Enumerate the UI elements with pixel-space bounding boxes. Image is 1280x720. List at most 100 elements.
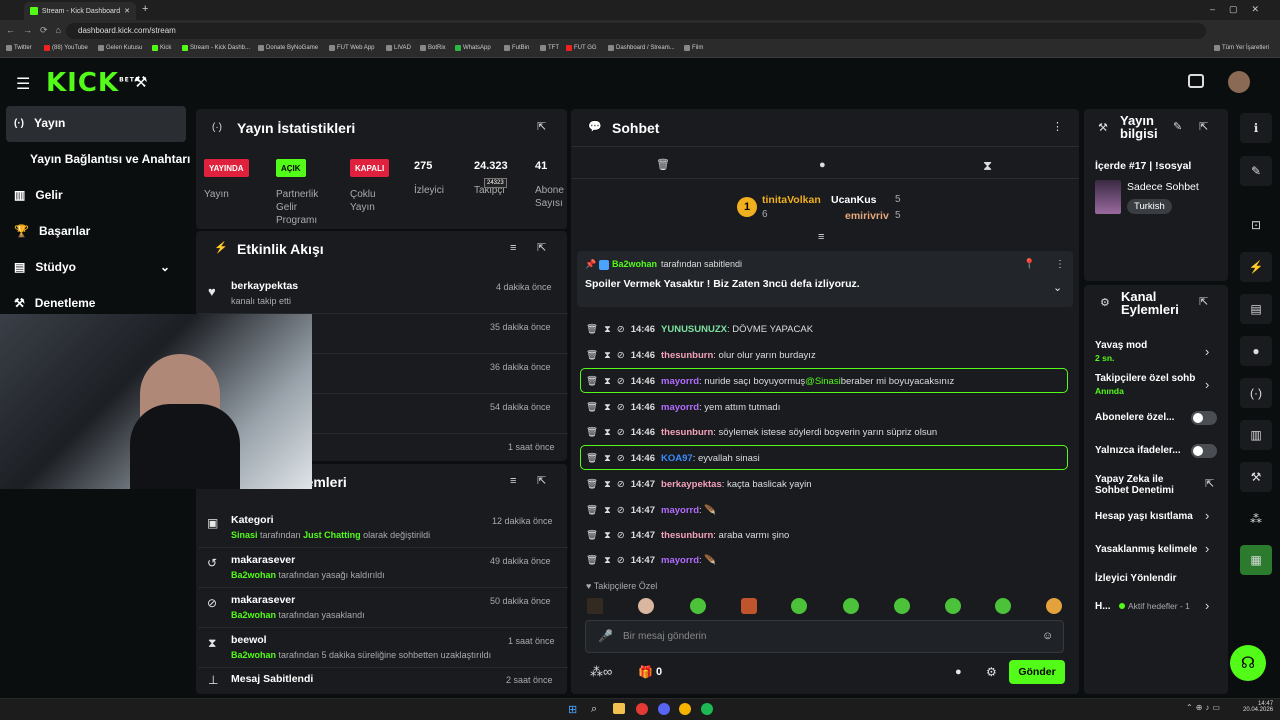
more-icon[interactable]: ⋮ [1055,259,1065,270]
external-link-icon[interactable]: ⇱ [1205,479,1214,490]
popout-icon[interactable]: ⇱ [1199,122,1208,133]
chat-message[interactable]: 🗑 ⧗ ⊘ 14:47 mayorrd: 🪶 [586,548,716,572]
broadcast-icon[interactable]: (·) [1240,378,1272,408]
chat-message-highlighted[interactable]: 🗑 ⧗ ⊘ 14:46 KOA97: eyvallah sinasi [586,446,760,470]
lightning-icon[interactable]: ⚡ [1240,252,1272,282]
discord-icon[interactable] [658,703,670,715]
emote-icon[interactable] [638,598,654,614]
bookmark-item[interactable]: (88) YouTube [44,45,88,51]
popout-icon[interactable]: ⇱ [1199,297,1208,308]
document-icon[interactable]: ▤ [1240,294,1272,324]
points-icon[interactable]: ⁂ [1240,504,1272,534]
bookmark-item[interactable]: FutBin [504,45,529,51]
app-icon[interactable] [636,703,648,715]
chevron-down-icon[interactable]: ⌄ [1053,281,1062,294]
bookmark-item[interactable]: LIVAD [386,45,411,51]
tray-icons[interactable]: ⌃⊕♪▭ [1186,703,1223,712]
emote-icon[interactable] [945,598,961,614]
clip-icon[interactable]: ▦ [1240,545,1272,575]
spotify-icon[interactable] [701,703,713,715]
popout-icon[interactable]: ⇱ [537,122,546,133]
bookmark-item[interactable]: Stream - Kick Dashb... [182,45,250,51]
unpin-icon[interactable]: 📍 [1023,259,1035,270]
info-icon[interactable]: ℹ [1240,113,1272,143]
chat-message[interactable]: 🗑 ⧗ ⊘ 14:46 YUNUSUNUZX: DÖVME YAPACAK [586,317,813,341]
slow-mode-label[interactable]: Yavaş mod [1095,340,1147,351]
bookmark-item[interactable]: FUT Web App [329,45,374,51]
sidebar-item-stream-key[interactable]: Yayın Bağlantısı ve Anahtarı [30,152,190,166]
new-tab-button[interactable]: + [142,3,148,15]
chevron-right-icon[interactable]: › [1205,378,1209,391]
chat-bubble-icon[interactable]: ● [819,160,826,171]
sidebar-item-stream[interactable]: (·) Yayın [14,116,65,130]
start-icon[interactable]: ⊞ [568,703,577,716]
chat-message-highlighted[interactable]: 🗑 ⧗ ⊘ 14:46 mayorrd: nuride saçı boyuyormuş … [586,369,954,393]
chevron-right-icon[interactable]: › [1205,599,1209,612]
bookmark-item[interactable]: Twitter [6,45,32,51]
nav-buttons[interactable]: ←→⟳⌂ [6,25,69,36]
support-icon[interactable]: ☊ [1230,645,1266,681]
chat-icon[interactable]: ● [1240,336,1272,366]
mention[interactable]: @Sinasi [805,376,841,387]
popout-icon[interactable]: ⇱ [537,243,546,254]
bookmark-item[interactable]: BotRix [420,45,446,51]
filter-icon[interactable]: ≡ [510,476,516,487]
search-icon[interactable]: ⌕ [591,703,597,716]
more-icon[interactable]: ⋮ [1052,122,1063,133]
chevron-right-icon[interactable]: › [1205,509,1209,522]
chat-message[interactable]: 🗑 ⧗ ⊘ 14:47 thesunburn: araba varmı şino [586,523,789,547]
gifter-name[interactable]: emirivriv [845,210,889,222]
bookmark-item[interactable]: Gelen Kutusu [98,45,142,51]
studio-icon[interactable] [1188,74,1204,88]
bookmark-item[interactable]: WhatsApp [455,45,491,51]
emote-icon[interactable] [995,598,1011,614]
emote-icon[interactable] [587,598,603,614]
browser-tab[interactable]: Stream - Kick Dashboard ✕ [24,2,136,20]
filter-icon[interactable]: ≡ [510,243,516,254]
bookmark-item[interactable]: Kick [152,45,171,51]
subs-only-toggle[interactable] [1191,411,1217,425]
emote-icon[interactable] [741,598,757,614]
bookmark-item[interactable]: Donate ByNoGame [258,45,318,51]
avatar[interactable] [1228,71,1250,93]
edit-icon[interactable]: ✎ [1173,122,1182,133]
emote-icon[interactable] [1046,598,1062,614]
bookmark-item[interactable]: FUT GG [566,45,597,51]
sidebar-item-moderation[interactable]: ⚒ Denetleme [14,296,95,310]
chat-message[interactable]: 🗑 ⧗ ⊘ 14:47 berkaypektas: kaçta baslicak yay… [586,472,812,496]
top-gifter-name[interactable]: tinitaVolkan [762,194,821,206]
chevron-right-icon[interactable]: › [1205,345,1209,358]
hourglass-icon[interactable]: ⧗ [983,159,992,172]
gift-icon[interactable]: 🎁 [638,665,653,679]
chat-bubble-icon[interactable]: ● [955,666,962,678]
bookmark-item[interactable]: Dashboard / Stream... [608,45,675,51]
chevron-right-icon[interactable]: › [1205,542,1209,555]
viewer-redirect-label[interactable]: İzleyici Yönlendir [1095,573,1177,584]
sidebar-item-achievements[interactable]: 🏆 Başarılar [14,224,90,238]
kick-logo[interactable]: KICKBETA [46,68,140,98]
followers-chat-label[interactable]: Takipçilere özel sohb [1095,373,1199,384]
points-icon[interactable]: ⁂∞ [590,664,612,680]
gifter-name[interactable]: UcanKus [831,194,877,206]
layout-icon[interactable]: ▥ [1240,420,1272,450]
chat-input[interactable]: 🎤 Bir mesaj gönderin ☺ [585,620,1064,653]
ai-moderation-label[interactable]: Yapay Zeka ile Sohbet Denetimi [1095,474,1195,496]
chrome-icon[interactable] [679,703,691,715]
microphone-icon[interactable]: 🎤 [598,629,613,643]
chat-message[interactable]: 🗑 ⧗ ⊘ 14:46 thesunburn: söylemek istese söyl… [586,420,937,444]
edit-icon[interactable]: ✎ [1240,156,1272,186]
popout-icon[interactable]: ⇱ [537,476,546,487]
window-controls[interactable]: –▢✕ [1210,4,1273,15]
clock[interactable]: 14:47 20.04.2026 [1243,701,1273,713]
close-tab-icon[interactable]: ✕ [124,7,130,15]
sidebar-item-revenue[interactable]: ▥ Gelir [14,188,63,202]
send-button[interactable]: Gönder [1009,660,1065,684]
menu-icon[interactable]: ☰ [16,74,30,94]
url-field[interactable]: dashboard.kick.com/stream [66,23,1206,39]
emote-icon[interactable] [690,598,706,614]
emoji-icon[interactable]: ☺ [1042,630,1053,642]
all-bookmarks[interactable]: Tüm Yer İşaretleri [1214,45,1269,51]
chat-message[interactable]: 🗑 ⧗ ⊘ 14:46 thesunburn: olur olur yarın burd… [586,343,816,367]
emotes-only-toggle[interactable] [1191,444,1217,458]
tools-icon[interactable]: ⚒ [134,73,147,91]
